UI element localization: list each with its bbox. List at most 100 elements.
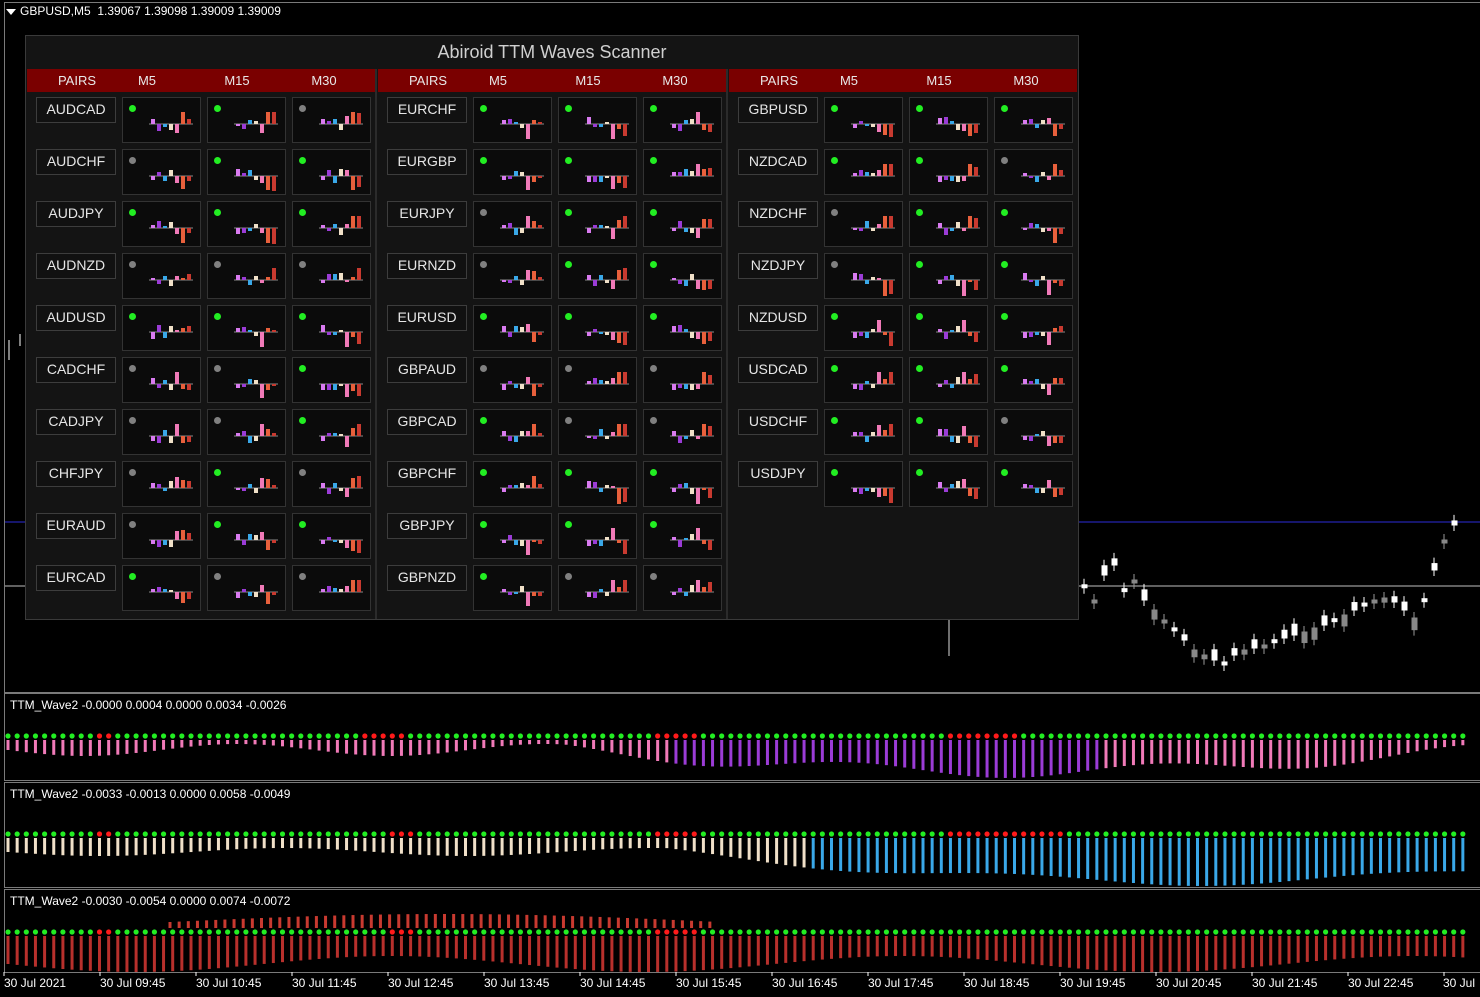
wave-cell[interactable] [558,97,637,143]
pair-button[interactable]: EURAUD [36,513,116,539]
wave-cell[interactable] [292,565,371,611]
wave-cell[interactable] [824,305,903,351]
wave-cell[interactable] [558,357,637,403]
wave-cell[interactable] [824,461,903,507]
wave-cell[interactable] [292,149,371,195]
pair-button[interactable]: EURNZD [387,253,467,279]
wave-cell[interactable] [473,149,552,195]
wave-cell[interactable] [909,253,988,299]
pair-button[interactable]: EURUSD [387,305,467,331]
wave-cell[interactable] [909,461,988,507]
wave-cell[interactable] [909,201,988,247]
wave-cell[interactable] [122,461,201,507]
wave-cell[interactable] [994,253,1073,299]
pair-button[interactable]: AUDJPY [36,201,116,227]
wave-cell[interactable] [207,305,286,351]
pair-button[interactable]: AUDUSD [36,305,116,331]
pair-button[interactable]: EURCAD [36,565,116,591]
wave-cell[interactable] [122,149,201,195]
wave-cell[interactable] [473,201,552,247]
pair-button[interactable]: GBPAUD [387,357,467,383]
wave-cell[interactable] [207,97,286,143]
pair-button[interactable]: AUDNZD [36,253,116,279]
wave-cell[interactable] [909,409,988,455]
wave-cell[interactable] [824,149,903,195]
wave-cell[interactable] [207,565,286,611]
wave-cell[interactable] [473,565,552,611]
wave-cell[interactable] [994,409,1073,455]
wave-cell[interactable] [207,461,286,507]
wave-cell[interactable] [994,149,1073,195]
wave-cell[interactable] [558,461,637,507]
dropdown-triangle-icon[interactable] [6,8,16,15]
wave-cell[interactable] [824,409,903,455]
wave-cell[interactable] [643,565,722,611]
wave-cell[interactable] [207,253,286,299]
wave-cell[interactable] [122,513,201,559]
pair-button[interactable]: CADCHF [36,357,116,383]
pair-button[interactable]: GBPJPY [387,513,467,539]
wave-cell[interactable] [643,149,722,195]
wave-cell[interactable] [909,357,988,403]
wave-cell[interactable] [643,461,722,507]
pair-button[interactable]: NZDCAD [738,149,818,175]
pair-button[interactable]: NZDJPY [738,253,818,279]
wave-cell[interactable] [122,565,201,611]
wave-cell[interactable] [994,97,1073,143]
wave-cell[interactable] [824,97,903,143]
pair-button[interactable]: CHFJPY [36,461,116,487]
wave-cell[interactable] [643,253,722,299]
wave-cell[interactable] [558,305,637,351]
wave-cell[interactable] [909,97,988,143]
wave-cell[interactable] [558,409,637,455]
wave-cell[interactable] [994,305,1073,351]
wave-cell[interactable] [558,253,637,299]
wave-cell[interactable] [643,513,722,559]
pair-button[interactable]: GBPCHF [387,461,467,487]
pair-button[interactable]: EURCHF [387,97,467,123]
wave-cell[interactable] [558,565,637,611]
wave-cell[interactable] [909,305,988,351]
wave-cell[interactable] [643,97,722,143]
pair-button[interactable]: USDCHF [738,409,818,435]
wave-cell[interactable] [909,149,988,195]
pair-button[interactable]: GBPCAD [387,409,467,435]
wave-cell[interactable] [643,357,722,403]
wave-cell[interactable] [122,253,201,299]
wave-cell[interactable] [292,201,371,247]
wave-cell[interactable] [292,409,371,455]
wave-cell[interactable] [994,357,1073,403]
wave-cell[interactable] [122,201,201,247]
wave-cell[interactable] [122,305,201,351]
wave-cell[interactable] [207,149,286,195]
pair-button[interactable]: EURJPY [387,201,467,227]
wave-cell[interactable] [473,357,552,403]
wave-cell[interactable] [558,513,637,559]
pair-button[interactable]: CADJPY [36,409,116,435]
wave-cell[interactable] [292,97,371,143]
wave-cell[interactable] [824,253,903,299]
wave-cell[interactable] [207,409,286,455]
pair-button[interactable]: USDJPY [738,461,818,487]
wave-cell[interactable] [558,149,637,195]
pair-button[interactable]: AUDCHF [36,149,116,175]
pair-button[interactable]: AUDCAD [36,97,116,123]
wave-cell[interactable] [473,305,552,351]
wave-cell[interactable] [558,201,637,247]
wave-cell[interactable] [643,305,722,351]
wave-cell[interactable] [473,97,552,143]
wave-cell[interactable] [824,357,903,403]
wave-cell[interactable] [207,357,286,403]
wave-cell[interactable] [122,357,201,403]
wave-cell[interactable] [292,357,371,403]
wave-cell[interactable] [473,253,552,299]
wave-cell[interactable] [292,513,371,559]
pair-button[interactable]: USDCAD [738,357,818,383]
wave-cell[interactable] [122,409,201,455]
wave-cell[interactable] [473,409,552,455]
wave-cell[interactable] [824,201,903,247]
wave-cell[interactable] [207,201,286,247]
wave-cell[interactable] [292,461,371,507]
pair-button[interactable]: NZDCHF [738,201,818,227]
wave-cell[interactable] [994,461,1073,507]
